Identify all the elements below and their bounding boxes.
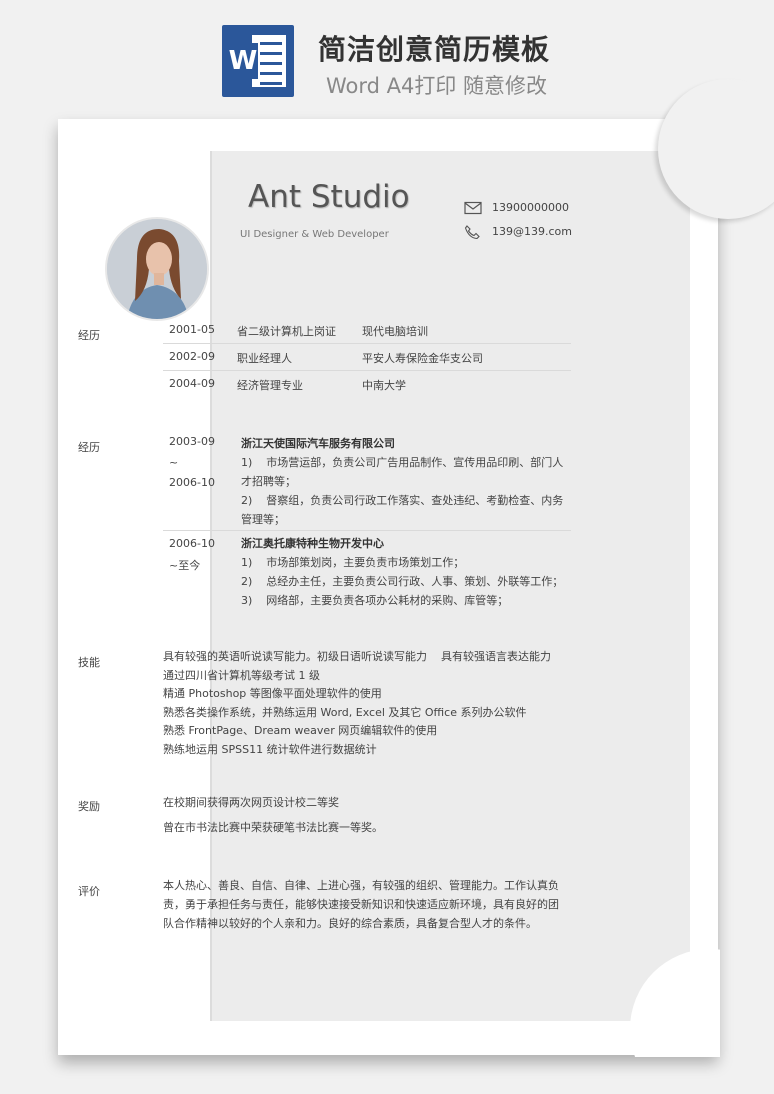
- award-line: 曾在市书法比赛中荣获硬笔书法比赛一等奖。: [163, 821, 383, 834]
- banner-subtitle: Word A4打印 随意修改: [326, 74, 548, 98]
- phone-text: 13900000000: [492, 201, 569, 214]
- job-line: 1) 市场营运部，负责公司广告用品制作、宣传用品印刷、部门人: [241, 456, 564, 469]
- email-text: 139@139.com: [492, 225, 572, 238]
- skill-line: 熟悉各类操作系统，并熟练运用 Word, Excel 及其它 Office 系列…: [163, 706, 527, 719]
- job-line: 2) 督察组，负责公司行政工作落实、查处违纪、考勤检查、内务: [241, 494, 564, 507]
- phone-icon: [464, 225, 480, 239]
- education-title: 经济管理专业: [237, 379, 303, 392]
- skill-line: 通过四川省计算机等级考试 1 级: [163, 669, 320, 682]
- education-date: 2004-09: [169, 377, 215, 390]
- divider: [163, 530, 571, 531]
- divider: [163, 370, 571, 371]
- job-line: 1) 市场部策划岗，主要负责市场策划工作；: [241, 556, 465, 569]
- skill-line: 精通 Photoshop 等图像平面处理软件的使用: [163, 687, 382, 700]
- evaluation-line: 责，勇于承担任务与责任，能够快速接受新知识和快速适应新环境，具有良好的团: [163, 898, 559, 911]
- corner-decoration-top: [658, 79, 774, 219]
- award-line: 在校期间获得两次网页设计校二等奖: [163, 796, 339, 809]
- corner-decoration-bottom: [610, 949, 720, 1057]
- education-title: 职业经理人: [237, 352, 292, 365]
- skill-line: 熟练地运用 SPSS11 统计软件进行数据统计: [163, 743, 377, 756]
- job-sep: ~: [169, 456, 179, 469]
- education-org: 平安人寿保险金华支公司: [362, 352, 483, 365]
- education-title: 省二级计算机上岗证: [237, 325, 336, 338]
- word-icon: W: [222, 25, 294, 97]
- resume-sheet: Ant Studio UI Designer & Web Developer 1…: [58, 79, 774, 1057]
- education-org: 中南大学: [362, 379, 406, 392]
- banner-title: 简洁创意简历模板: [318, 33, 551, 66]
- education-date: 2001-05: [169, 323, 215, 336]
- job-end: ~至今: [169, 559, 201, 572]
- section-label-education: 经历: [78, 329, 100, 342]
- job-line: 才招聘等；: [241, 475, 296, 488]
- job-line: 管理等；: [241, 513, 285, 526]
- job-company: 浙江奥托康特种生物开发中心: [241, 537, 384, 550]
- job-start: 2003-09: [169, 435, 215, 448]
- evaluation-line: 本人热心、善良、自信、自律、上进心强，有较强的组织、管理能力。工作认真负: [163, 879, 559, 892]
- role: UI Designer & Web Developer: [240, 229, 389, 240]
- name: Ant Studio: [248, 179, 410, 215]
- avatar: [105, 217, 209, 321]
- banner: W 简洁创意简历模板 Word A4打印 随意修改: [0, 0, 774, 110]
- job-line: 2) 总经办主任，主要负责公司行政、人事、策划、外联等工作；: [241, 575, 564, 588]
- skill-line: 具有较强的英语听说读写能力。初级日语听说读写能力 具有较强语言表达能力: [163, 650, 551, 663]
- section-label-experience: 经历: [78, 441, 100, 454]
- skill-line: 熟悉 FrontPage、Dream weaver 网页编辑软件的使用: [163, 724, 438, 737]
- job-start: 2006-10: [169, 537, 215, 550]
- envelope-icon: [464, 201, 482, 215]
- evaluation-line: 队合作精神以较好的个人亲和力。良好的综合素质，具备复合型人才的条件。: [163, 917, 537, 930]
- divider: [163, 343, 571, 344]
- job-line: 3) 网络部，主要负责各项办公耗材的采购、库管等；: [241, 594, 509, 607]
- job-end: 2006-10: [169, 476, 215, 489]
- education-date: 2002-09: [169, 350, 215, 363]
- section-label-skills: 技能: [78, 656, 100, 669]
- education-org: 现代电脑培训: [362, 325, 428, 338]
- section-label-awards: 奖励: [78, 800, 100, 813]
- word-icon-letter: W: [228, 43, 258, 79]
- job-company: 浙江天使国际汽车服务有限公司: [241, 437, 395, 450]
- section-label-evaluation: 评价: [78, 885, 100, 898]
